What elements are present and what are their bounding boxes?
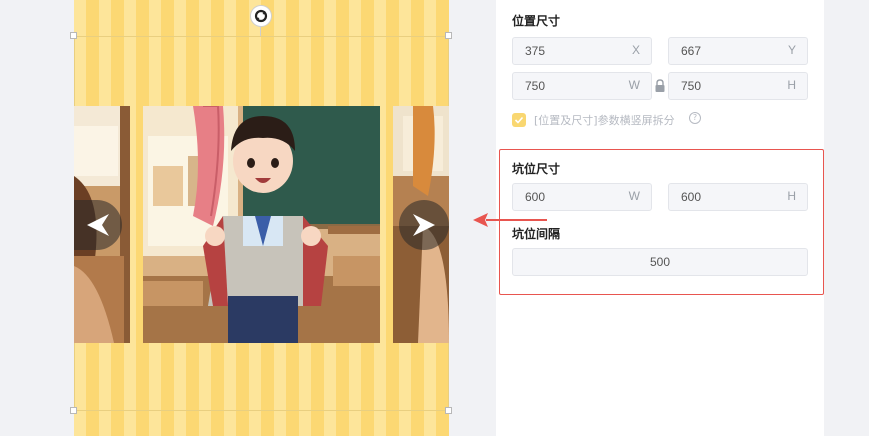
carousel-next-button[interactable] [399, 200, 449, 250]
carousel-prev-button[interactable] [74, 200, 122, 250]
resize-handle-tr[interactable] [445, 32, 452, 39]
width-value: 750 [525, 79, 546, 93]
split-checkbox-label: [位置及尺寸]参数横竖屏拆分 [534, 114, 675, 127]
carousel-slide-current[interactable] [143, 106, 380, 343]
slot-height-field[interactable]: 600 H [668, 183, 808, 211]
lock-icon[interactable] [654, 79, 666, 93]
height-value: 750 [681, 79, 702, 93]
width-field[interactable]: 750 W [512, 72, 652, 100]
y-field[interactable]: 667 Y [668, 37, 808, 65]
arrow-right-icon [413, 214, 435, 236]
x-unit: X [631, 43, 640, 57]
rotate-handle[interactable] [250, 5, 272, 27]
slot-spacing-value: 500 [649, 255, 671, 269]
panel-gutter [824, 0, 869, 436]
slot-size-title: 坑位尺寸 [512, 162, 561, 176]
split-checkbox[interactable] [512, 113, 526, 127]
slot-width-value: 600 [525, 190, 546, 204]
width-unit: W [628, 78, 640, 92]
help-icon[interactable]: ? [689, 112, 701, 124]
y-value: 667 [681, 44, 702, 58]
check-icon [514, 116, 524, 124]
slot-spacing-field[interactable]: 500 [512, 248, 808, 276]
arrow-left-icon [87, 214, 109, 236]
x-value: 375 [525, 44, 546, 58]
y-unit: Y [787, 43, 796, 57]
rotate-connector [260, 27, 261, 36]
annotation-arrow [473, 213, 547, 227]
resize-handle-bl[interactable] [70, 407, 77, 414]
slot-width-field[interactable]: 600 W [512, 183, 652, 211]
slot-height-unit: H [787, 189, 796, 203]
position-size-title: 位置尺寸 [512, 14, 561, 28]
slot-width-unit: W [628, 189, 640, 203]
rotate-icon [254, 9, 268, 23]
resize-handle-tl[interactable] [70, 32, 77, 39]
height-field[interactable]: 750 H [668, 72, 808, 100]
slot-height-value: 600 [681, 190, 702, 204]
x-field[interactable]: 375 X [512, 37, 652, 65]
resize-handle-br[interactable] [445, 407, 452, 414]
height-unit: H [787, 78, 796, 92]
